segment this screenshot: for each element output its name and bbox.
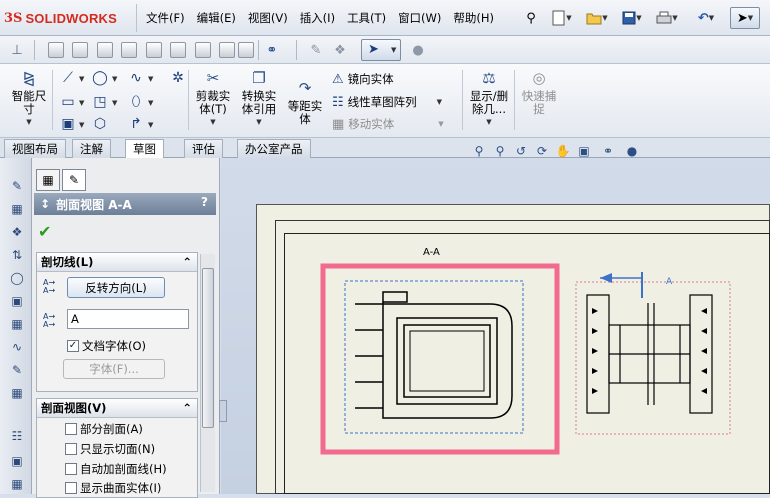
projected-view-icon[interactable]: ❖ bbox=[9, 224, 25, 240]
document-font-checkbox[interactable]: ✓ 文档字体(O) bbox=[67, 338, 146, 354]
table-icon[interactable]: ☷ bbox=[9, 428, 25, 444]
side-view-bounding-box[interactable] bbox=[575, 281, 731, 435]
design-library-icon[interactable]: ▦ bbox=[9, 476, 25, 492]
feature-tree-tab-icon[interactable]: ▦ bbox=[36, 169, 60, 191]
section-view-geometry[interactable] bbox=[355, 291, 513, 419]
label-arrow-icon: A→ A→ bbox=[43, 312, 56, 329]
section-arrow-label: A bbox=[666, 277, 673, 287]
reverse-direction-button[interactable]: 反转方向(L) bbox=[67, 277, 165, 298]
pm-scrollbar[interactable] bbox=[200, 254, 215, 492]
display-only-surface-checkbox[interactable]: 只显示切面(N) bbox=[65, 441, 155, 457]
group-title: 剖切线(L) bbox=[41, 255, 94, 269]
partial-section-checkbox[interactable]: 部分剖面(A) bbox=[65, 421, 143, 437]
ok-checkmark-icon[interactable]: ✔ bbox=[38, 222, 51, 241]
feature-manager-icon-strip: ✎ ▦ ❖ ⇅ ◯ ▣ ▦ ∿ ✎ ▦ ☷ ▣ ▦ bbox=[0, 158, 32, 494]
scrollbar-thumb[interactable] bbox=[202, 268, 214, 428]
crop-view-icon[interactable]: ▦ bbox=[9, 316, 25, 332]
drawing-tool-icon[interactable]: ✎ bbox=[9, 178, 25, 194]
group-title: 剖面视图(V) bbox=[41, 401, 107, 415]
section-view-group: 剖面视图(V) ⌃ 部分剖面(A) 只显示切面(N) 自动加剖面线(H) 显示曲… bbox=[36, 398, 198, 498]
font-button[interactable]: 字体(F)... bbox=[63, 359, 165, 379]
auxiliary-view-icon[interactable]: ⇅ bbox=[9, 247, 25, 263]
group-header[interactable]: 剖切线(L) ⌃ bbox=[37, 253, 197, 272]
pm-title: 剖面视图 A-A bbox=[56, 197, 132, 212]
group-header[interactable]: 剖面视图(V) ⌃ bbox=[37, 399, 197, 418]
help-icon[interactable]: ? bbox=[201, 195, 208, 209]
section-view-label: A-A bbox=[423, 247, 440, 258]
highlight-box bbox=[320, 263, 560, 455]
reverse-arrow-icon: A→ A→ bbox=[43, 278, 56, 295]
checkbox-label: 只显示切面(N) bbox=[80, 442, 156, 456]
checkbox-label: 自动加剖面线(H) bbox=[80, 462, 167, 476]
break-out-view-icon[interactable]: ✎ bbox=[9, 362, 25, 378]
alternate-position-icon[interactable]: ▦ bbox=[9, 385, 25, 401]
checkbox-checked-icon: ✓ bbox=[67, 340, 79, 352]
section-view-small-icon: ↕ bbox=[40, 197, 51, 211]
auto-hatching-checkbox[interactable]: 自动加剖面线(H) bbox=[65, 461, 167, 477]
checkbox-label: 文档字体(O) bbox=[82, 339, 147, 353]
section-label-input[interactable]: A bbox=[67, 309, 189, 329]
detail-view-icon[interactable]: ▣ bbox=[9, 293, 25, 309]
property-manager: ▦ ✎ ↕ 剖面视图 A-A ? ✔ 剖切线(L) ⌃ A→ A→ 反转方向(L)… bbox=[32, 158, 220, 498]
collapse-icon[interactable]: ⌃ bbox=[182, 401, 192, 415]
section-view-icon[interactable]: ◯ bbox=[9, 270, 25, 286]
layer-icon[interactable]: ▣ bbox=[9, 453, 25, 469]
side-view-geometry[interactable] bbox=[586, 294, 713, 414]
checkbox-label: 部分剖面(A) bbox=[80, 422, 143, 436]
property-manager-tab-icon[interactable]: ✎ bbox=[62, 169, 86, 191]
panel-resize-handle[interactable] bbox=[219, 400, 227, 422]
pm-header: ↕ 剖面视图 A-A ? bbox=[34, 193, 216, 215]
collapse-icon[interactable]: ⌃ bbox=[182, 255, 192, 269]
broken-view-icon[interactable]: ∿ bbox=[9, 339, 25, 355]
cutting-line-group: 剖切线(L) ⌃ A→ A→ 反转方向(L) A→ A→ A ✓ 文档字体(O) 字… bbox=[36, 252, 198, 392]
model-view-icon[interactable]: ▦ bbox=[9, 201, 25, 217]
